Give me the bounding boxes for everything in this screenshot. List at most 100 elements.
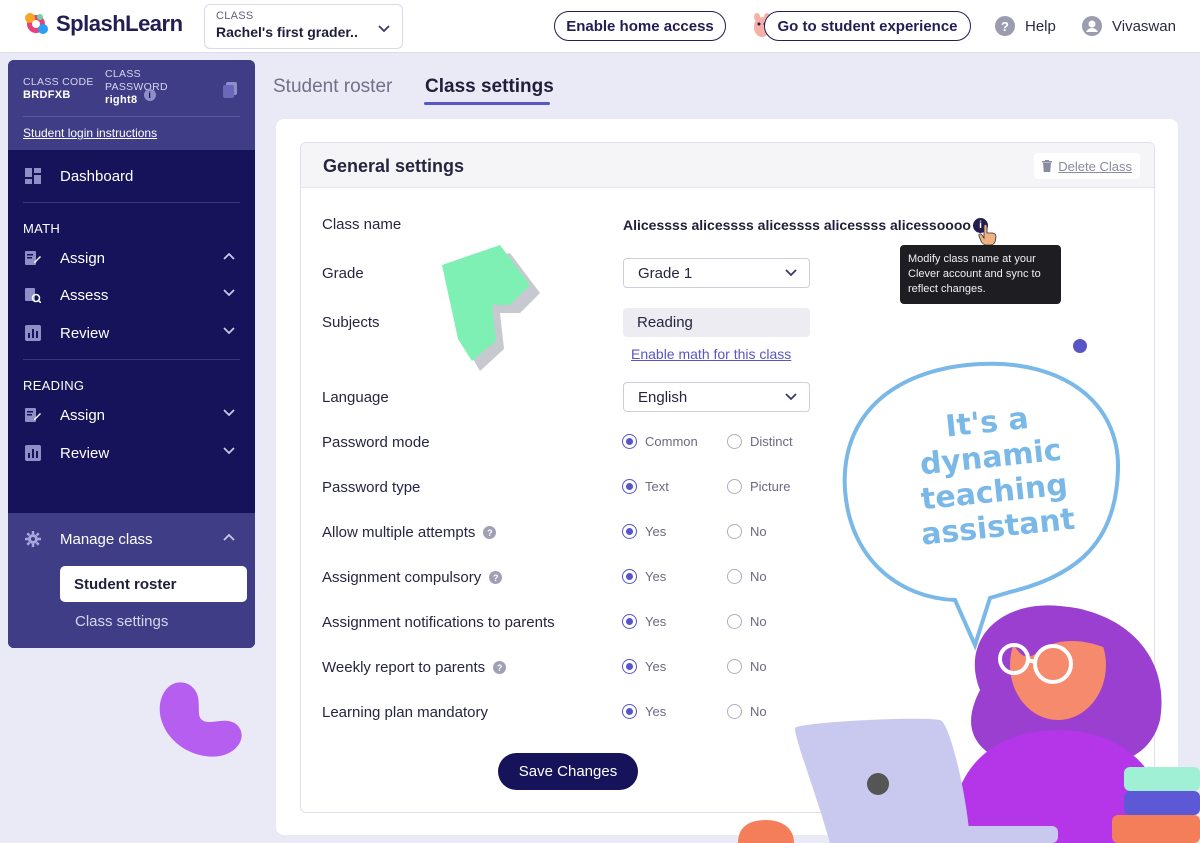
- sidebar-item-class-settings[interactable]: Class settings: [75, 613, 168, 630]
- help-icon[interactable]: ?: [489, 571, 503, 584]
- user-avatar-icon: [1082, 16, 1102, 36]
- review-chart-icon: [25, 325, 41, 341]
- top-bar: SplashLearn CLASS Rachel's first grader.…: [0, 0, 1200, 53]
- save-changes-button[interactable]: Save Changes: [498, 753, 638, 790]
- radio-label: Yes: [645, 704, 667, 719]
- password-type-label: Password type: [322, 479, 421, 496]
- chevron-down-icon: [223, 289, 235, 297]
- help-icon[interactable]: ?: [493, 661, 507, 674]
- info-icon[interactable]: i: [143, 89, 156, 102]
- radio-unselected: [727, 569, 742, 584]
- enable-math-link[interactable]: Enable math for this class: [631, 346, 791, 362]
- pointer-hand-icon: [978, 224, 997, 246]
- multiple-attempts-no-radio[interactable]: No: [727, 524, 767, 539]
- speech-bubble-text: It's a dynamic teaching assistant: [918, 401, 1077, 553]
- radio-label: No: [750, 614, 767, 629]
- tab-student-roster[interactable]: Student roster: [273, 76, 392, 98]
- assign-icon: [25, 407, 41, 423]
- learning-plan-yes-radio[interactable]: Yes: [622, 704, 666, 719]
- math-section-heading: MATH: [23, 221, 61, 236]
- learning-plan-no-radio[interactable]: No: [727, 704, 767, 719]
- class-code-value: BRDFXB: [23, 89, 71, 101]
- subject-chip-reading: Reading: [623, 308, 810, 337]
- divider: [23, 202, 240, 203]
- chevron-down-icon: [785, 269, 797, 277]
- notifications-no-radio[interactable]: No: [727, 614, 767, 629]
- sidebar-item-label: Review: [60, 324, 110, 342]
- divider: [23, 116, 240, 117]
- multiple-attempts-label: Allow multiple attempts: [322, 524, 476, 541]
- password-type-picture-radio[interactable]: Picture: [727, 479, 790, 494]
- sidebar-item-label: Assess: [60, 286, 109, 304]
- enable-home-access-button[interactable]: Enable home access: [554, 11, 726, 41]
- class-selector-label: CLASS: [216, 10, 254, 22]
- language-select[interactable]: English: [623, 382, 810, 412]
- copy-icon[interactable]: [223, 82, 237, 98]
- help-icon[interactable]: ?: [483, 526, 497, 539]
- sidebar-item-label: Dashboard: [60, 167, 134, 185]
- help-icon: ?: [995, 16, 1015, 36]
- grade-select[interactable]: Grade 1: [623, 258, 810, 288]
- chevron-down-icon: [785, 393, 797, 401]
- assignment-compulsory-yes-radio[interactable]: Yes: [622, 569, 666, 584]
- sidebar-item-student-roster[interactable]: Student roster: [60, 566, 247, 602]
- radio-label: No: [750, 704, 767, 719]
- purple-blob-decoration: [159, 682, 242, 757]
- help-link[interactable]: ? Help: [995, 16, 1056, 36]
- radio-label: No: [750, 659, 767, 674]
- notifications-yes-radio[interactable]: Yes: [622, 614, 666, 629]
- class-selector[interactable]: CLASS Rachel's first grader..: [204, 4, 403, 49]
- sidebar-item-reading-assign[interactable]: Assign: [8, 397, 255, 433]
- learning-plan-label: Learning plan mandatory: [322, 704, 488, 721]
- logo-icon: [25, 13, 48, 34]
- password-mode-common-radio[interactable]: Common: [622, 434, 698, 449]
- panel-title: General settings: [323, 156, 465, 176]
- class-selector-value: Rachel's first grader..: [216, 24, 358, 40]
- class-name-tooltip: Modify class name at your Clever account…: [900, 245, 1061, 304]
- grade-label: Grade: [322, 265, 364, 282]
- weekly-report-yes-radio[interactable]: Yes: [622, 659, 666, 674]
- user-menu[interactable]: Vivaswan: [1082, 16, 1176, 36]
- radio-label: Yes: [645, 524, 667, 539]
- language-label: Language: [322, 389, 389, 406]
- subjects-label: Subjects: [322, 314, 380, 331]
- splashlearn-logo[interactable]: SplashLearn: [22, 10, 183, 38]
- sidebar-item-reading-review[interactable]: Review: [8, 435, 255, 471]
- weekly-report-no-radio[interactable]: No: [727, 659, 767, 674]
- password-type-text-radio[interactable]: Text: [622, 479, 669, 494]
- radio-label: Yes: [645, 614, 667, 629]
- student-login-instructions-link[interactable]: Student login instructions: [23, 126, 157, 140]
- sidebar-item-manage-class[interactable]: Manage class: [8, 521, 255, 557]
- gear-icon: [25, 531, 41, 547]
- sidebar-item-label: Assign: [60, 406, 106, 424]
- tab-class-settings[interactable]: Class settings: [425, 76, 554, 98]
- help-label: Help: [1025, 17, 1056, 35]
- sidebar-item-math-review[interactable]: Review: [8, 315, 255, 351]
- sidebar-item-dashboard[interactable]: Dashboard: [8, 158, 255, 194]
- password-mode-distinct-radio[interactable]: Distinct: [727, 434, 793, 449]
- sidebar-item-math-assess[interactable]: Assess: [8, 277, 255, 313]
- sidebar-item-label: Manage class: [60, 530, 153, 548]
- go-to-student-experience-button[interactable]: Go to student experience: [764, 11, 971, 41]
- class-credentials: CLASS CODE BRDFXB CLASS PASSWORD right8 …: [8, 60, 255, 150]
- chevron-down-icon: [223, 327, 235, 335]
- chevron-down-icon: [378, 25, 390, 33]
- delete-class-button[interactable]: Delete Class: [1034, 153, 1140, 179]
- assign-icon: [25, 250, 41, 266]
- radio-label: No: [750, 569, 767, 584]
- class-password-value: right8 i: [105, 89, 185, 107]
- class-name-value: Alicessss alicessss alicessss alicessss …: [623, 217, 971, 233]
- sidebar-item-math-assign[interactable]: Assign: [8, 240, 255, 276]
- radio-label: No: [750, 524, 767, 539]
- chevron-down-icon: [223, 409, 235, 417]
- assignment-compulsory-no-radio[interactable]: No: [727, 569, 767, 584]
- radio-selected: [622, 659, 637, 674]
- class-code-block: CLASS CODE BRDFXB: [23, 76, 94, 102]
- assignment-compulsory-label: Assignment compulsory: [322, 569, 482, 586]
- radio-selected: [622, 569, 637, 584]
- weekly-report-label: Weekly report to parents: [322, 659, 486, 676]
- radio-unselected: [727, 434, 742, 449]
- radio-label: Picture: [750, 479, 791, 494]
- radio-selected: [622, 614, 637, 629]
- multiple-attempts-yes-radio[interactable]: Yes: [622, 524, 666, 539]
